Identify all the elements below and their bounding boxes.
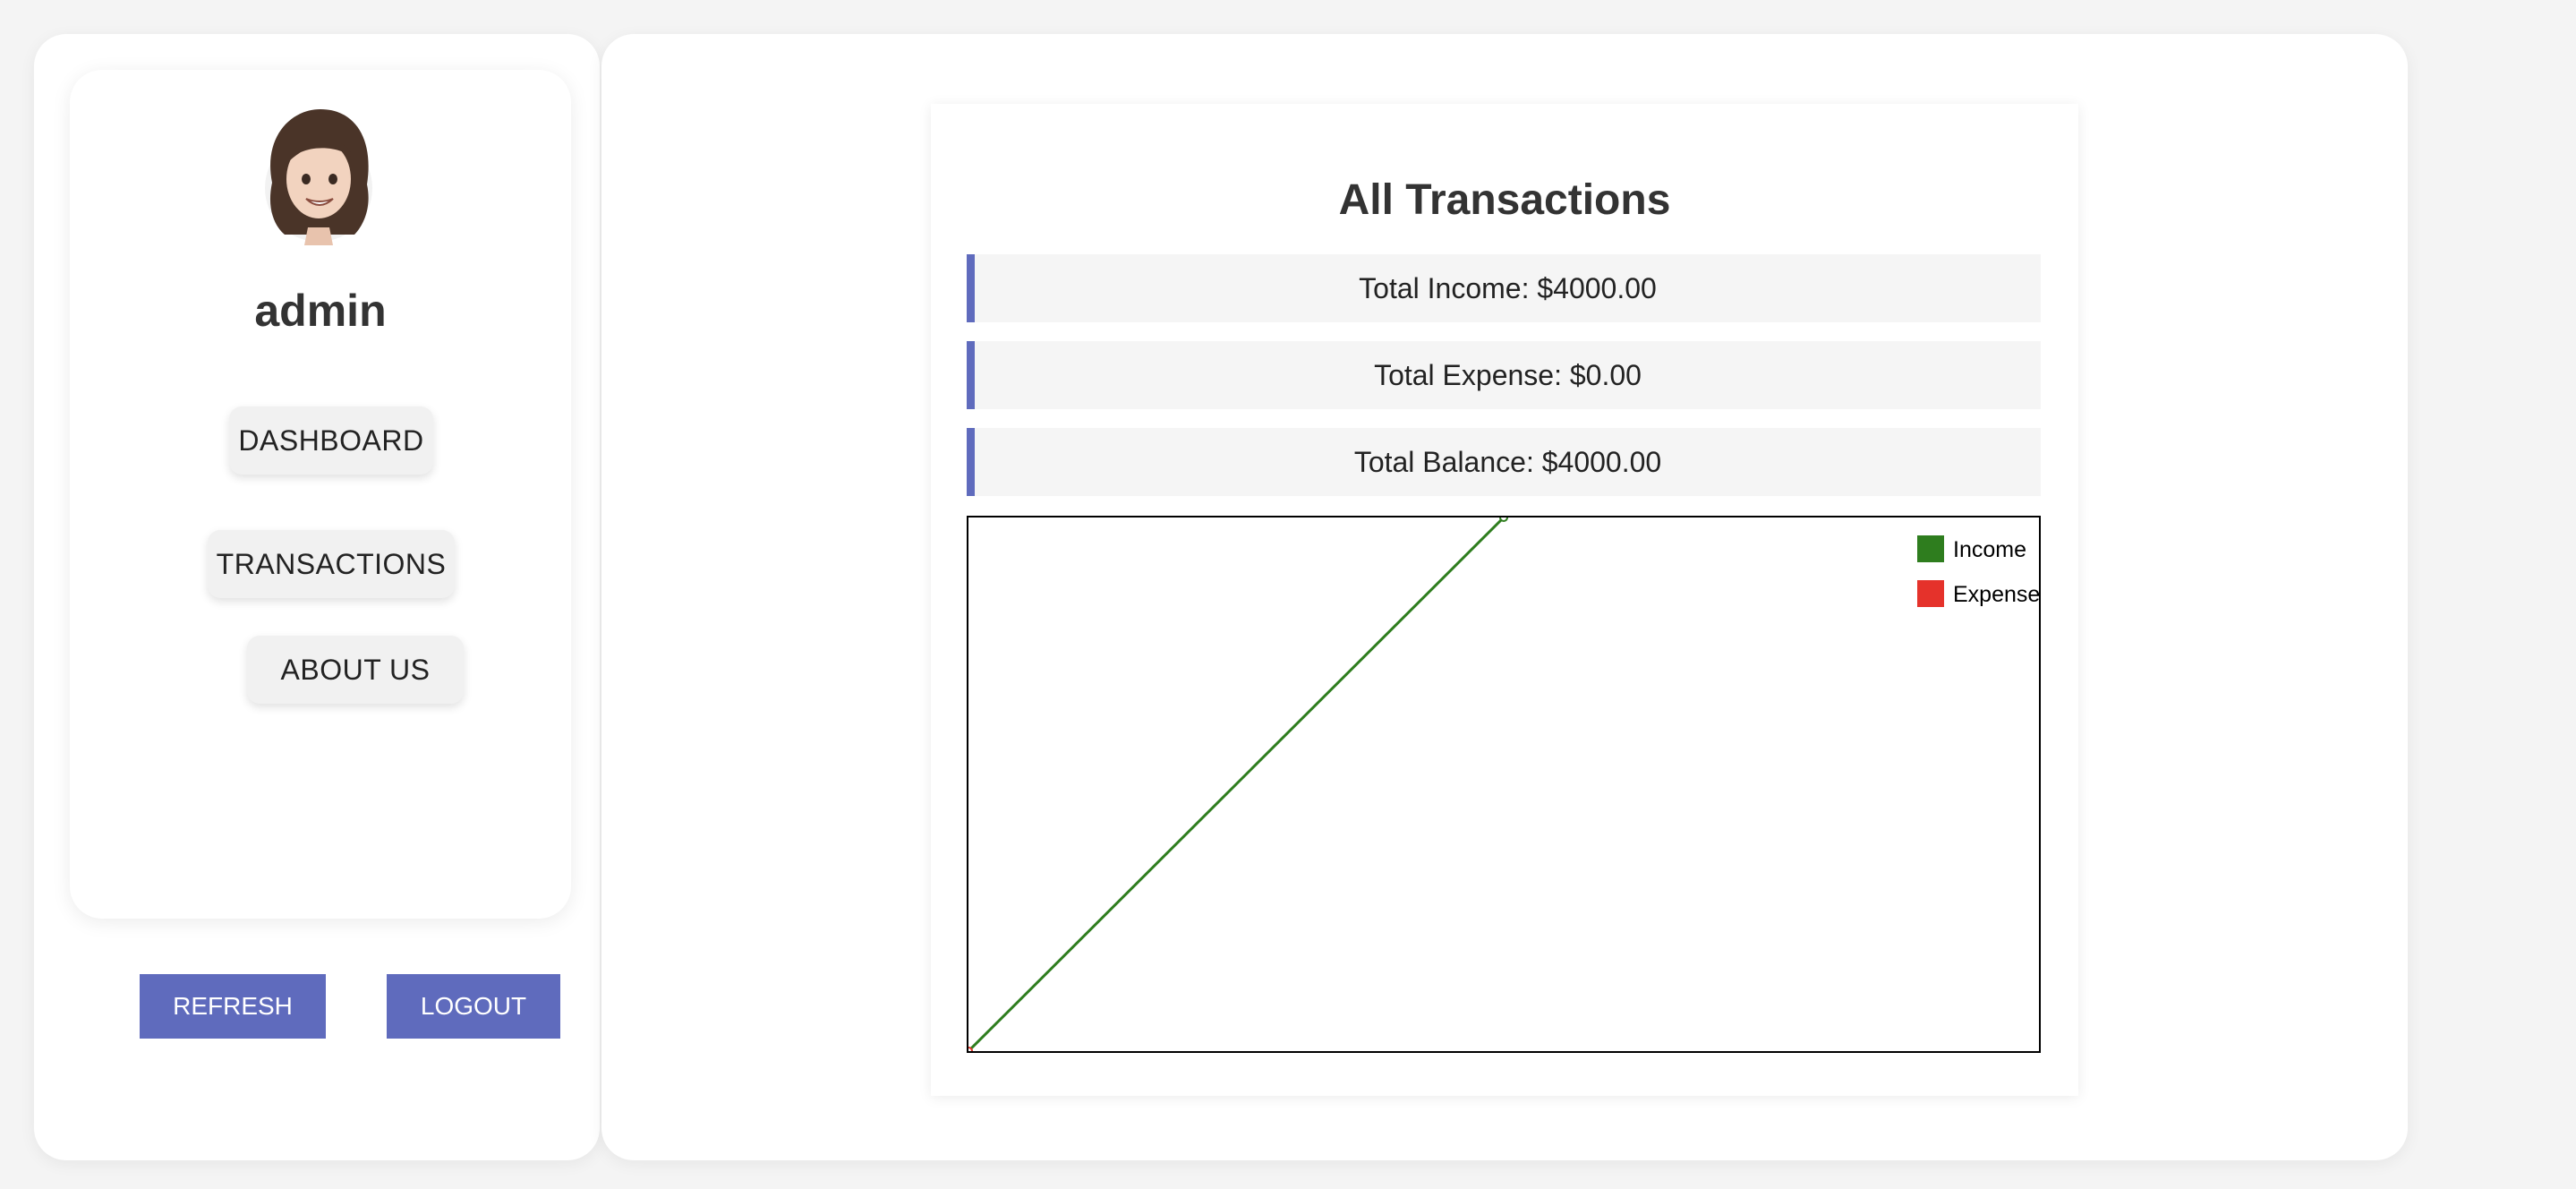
- chart-svg: Income Expense: [968, 518, 2039, 1051]
- legend-swatch-expense: [1917, 580, 1944, 607]
- username: admin: [254, 286, 387, 336]
- left-panel: admin DASHBOARD TRANSACTIONS ABOUT US RE…: [34, 34, 600, 1160]
- income-data-point: [1499, 518, 1508, 522]
- logout-button[interactable]: LOGOUT: [387, 974, 560, 1039]
- total-income-box: Total Income: $4000.00: [967, 254, 2041, 322]
- main-panel: All Transactions Total Income: $4000.00 …: [601, 34, 2408, 1160]
- legend-label-income: Income: [1953, 537, 2026, 562]
- avatar-memoji-icon: [265, 109, 372, 245]
- legend-swatch-income: [1917, 535, 1944, 562]
- legend-label-expense: Expense: [1953, 582, 2039, 607]
- avatar: [254, 102, 383, 245]
- transactions-card: All Transactions Total Income: $4000.00 …: [931, 104, 2078, 1096]
- transactions-chart: Income Expense: [967, 516, 2041, 1053]
- expense-data-point: [968, 1047, 973, 1051]
- total-expense-box: Total Expense: $0.00: [967, 341, 2041, 409]
- total-balance-box: Total Balance: $4000.00: [967, 428, 2041, 496]
- refresh-button[interactable]: REFRESH: [140, 974, 326, 1039]
- income-series-line: [968, 518, 1506, 1051]
- profile-card: admin DASHBOARD TRANSACTIONS ABOUT US: [70, 70, 571, 919]
- page-title: All Transactions: [1338, 176, 1671, 224]
- nav-transactions-button[interactable]: TRANSACTIONS: [208, 530, 455, 598]
- nav-about-us-button[interactable]: ABOUT US: [247, 636, 464, 704]
- nav-dashboard-button[interactable]: DASHBOARD: [229, 406, 433, 475]
